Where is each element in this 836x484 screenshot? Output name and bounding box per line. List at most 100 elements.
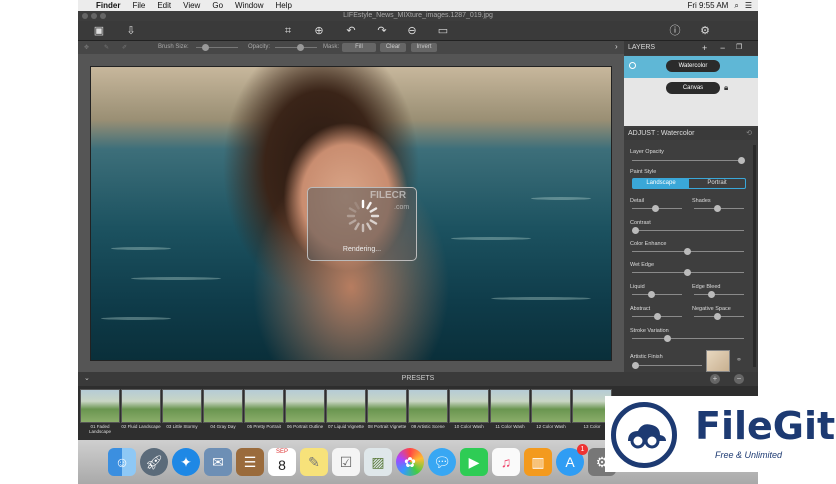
brush-size-knob[interactable] — [202, 44, 209, 51]
slider-knob[interactable] — [654, 313, 661, 320]
notes-icon[interactable]: ✎ — [300, 448, 328, 476]
duplicate-layer-icon[interactable]: ❐ — [736, 41, 742, 55]
layer-row-canvas[interactable]: Canvas 🔒︎ — [624, 78, 758, 100]
menu-finder[interactable]: Finder — [90, 1, 126, 10]
preset-thumb[interactable]: 05 Pretty Portrait — [244, 389, 284, 431]
preset-thumb[interactable]: 01 Faded Landscape — [80, 389, 120, 434]
clear-button[interactable]: Clear — [380, 43, 406, 52]
visibility-icon[interactable] — [629, 62, 636, 69]
menu-list-icon[interactable]: ☰ — [745, 1, 752, 10]
minimize-icon[interactable] — [91, 13, 97, 19]
contacts-icon[interactable]: ☰ — [236, 448, 264, 476]
facetime-icon[interactable]: ▶ — [460, 448, 488, 476]
itunes-icon[interactable]: ♫ — [492, 448, 520, 476]
opacity-slider[interactable] — [275, 44, 317, 51]
settings-gear-icon[interactable]: ⚙ — [698, 24, 712, 38]
slider-knob[interactable] — [684, 269, 691, 276]
finder-icon[interactable]: ☺ — [108, 448, 136, 476]
redo-icon[interactable]: ↷ — [375, 24, 389, 38]
brush-size-slider[interactable] — [196, 44, 238, 51]
layer-name[interactable]: Canvas — [666, 82, 720, 94]
slider-knob[interactable] — [714, 205, 721, 212]
slider-knob[interactable] — [708, 291, 715, 298]
preset-thumb[interactable]: 04 Gray Day — [203, 389, 243, 431]
panel-toggle-icon[interactable]: › — [615, 42, 618, 51]
layer-opacity-slider[interactable] — [632, 157, 745, 164]
color-enhance-slider[interactable] — [632, 248, 744, 255]
stroke-variation-slider[interactable] — [632, 335, 744, 342]
remove-layer-icon[interactable]: − — [720, 41, 725, 55]
abstract-slider[interactable] — [632, 313, 682, 320]
undo-icon[interactable]: ↶ — [344, 24, 358, 38]
app-store-icon[interactable]: A1 — [556, 444, 588, 476]
reset-icon[interactable]: ⟲ — [746, 128, 752, 140]
panel-scrollbar[interactable] — [753, 145, 756, 367]
menu-edit[interactable]: Edit — [151, 1, 177, 10]
layer-row-watercolor[interactable]: Watercolor — [624, 56, 758, 78]
portrait-option[interactable]: Portrait — [689, 179, 745, 188]
spotlight-icon[interactable]: ⌕ — [734, 1, 738, 11]
menu-file[interactable]: File — [126, 1, 151, 10]
add-layer-icon[interactable]: + — [702, 41, 707, 55]
liquid-slider[interactable] — [632, 291, 682, 298]
menu-go[interactable]: Go — [206, 1, 229, 10]
close-icon[interactable] — [82, 13, 88, 19]
preset-thumb[interactable]: 07 Liquid Vignette — [326, 389, 366, 431]
slider-knob[interactable] — [632, 227, 639, 234]
remove-preset-icon[interactable]: − — [734, 374, 744, 384]
move-tool-icon[interactable]: ✥ — [84, 44, 89, 51]
collapse-chevron-icon[interactable]: ⌄ — [84, 372, 90, 386]
preset-thumb[interactable]: 08 Portrait Vignette — [367, 389, 407, 431]
preset-thumb[interactable]: 12 Color Wash — [531, 389, 571, 431]
menu-window[interactable]: Window — [229, 1, 269, 10]
layer-name[interactable]: Watercolor — [666, 60, 720, 72]
slider-knob[interactable] — [714, 313, 721, 320]
save-icon[interactable]: ⇩ — [124, 24, 138, 38]
calendar-icon[interactable]: SEP 8 — [268, 448, 296, 476]
preset-thumb[interactable]: 09 Artistic Scene — [408, 389, 448, 431]
contrast-slider[interactable] — [632, 227, 744, 234]
zoom-in-icon[interactable]: ⊕ — [312, 24, 326, 38]
ibooks-icon[interactable]: ▥ — [524, 448, 552, 476]
zoom-icon[interactable] — [100, 13, 106, 19]
photo-canvas[interactable]: FILECR .com Rendering... — [90, 66, 612, 361]
shades-slider[interactable] — [694, 205, 744, 212]
menu-view[interactable]: View — [177, 1, 206, 10]
wet-edge-slider[interactable] — [632, 269, 744, 276]
crop-icon[interactable]: ⌗ — [281, 24, 295, 38]
opacity-knob[interactable] — [297, 44, 304, 51]
zoom-out-icon[interactable]: ⊖ — [405, 24, 419, 38]
fill-button[interactable]: Fill — [342, 43, 376, 52]
slider-knob[interactable] — [632, 362, 639, 369]
mail-icon[interactable]: ✉ — [204, 448, 232, 476]
reminders-icon[interactable]: ☑ — [332, 448, 360, 476]
menu-help[interactable]: Help — [269, 1, 297, 10]
photos-icon[interactable]: ✿ — [396, 448, 424, 476]
eraser-tool-icon[interactable]: ✐ — [122, 44, 127, 51]
landscape-option[interactable]: Landscape — [633, 179, 689, 188]
preset-thumb[interactable]: 11 Color Wash — [490, 389, 530, 431]
negative-space-slider[interactable] — [694, 313, 744, 320]
artistic-finish-slider[interactable] — [632, 362, 702, 369]
brush-tool-icon[interactable]: ✎ — [104, 44, 109, 51]
add-preset-icon[interactable]: + — [710, 374, 720, 384]
detail-slider[interactable] — [632, 205, 682, 212]
invert-button[interactable]: Invert — [411, 43, 437, 52]
link-icon[interactable]: ⚭ — [736, 356, 742, 364]
slider-knob[interactable] — [664, 335, 671, 342]
safari-icon[interactable]: ✦ — [172, 448, 200, 476]
preset-thumb[interactable]: 06 Portrait Outline — [285, 389, 325, 431]
clock[interactable]: Fri 9:55 AM — [687, 1, 728, 10]
slider-knob[interactable] — [648, 291, 655, 298]
texture-swatch[interactable] — [706, 350, 730, 372]
slider-knob[interactable] — [652, 205, 659, 212]
preset-thumb[interactable]: 03 Little Stormy — [162, 389, 202, 431]
slider-knob[interactable] — [738, 157, 745, 164]
preset-thumb[interactable]: 10 Color Wash — [449, 389, 489, 431]
info-icon[interactable]: ⓘ — [668, 24, 682, 38]
launchpad-icon[interactable]: 🚀︎ — [140, 448, 168, 476]
preview-icon[interactable]: ▨ — [364, 448, 392, 476]
edge-bleed-slider[interactable] — [694, 291, 744, 298]
slider-knob[interactable] — [684, 248, 691, 255]
preset-thumb[interactable]: 02 Fluid Landscape — [121, 389, 161, 431]
